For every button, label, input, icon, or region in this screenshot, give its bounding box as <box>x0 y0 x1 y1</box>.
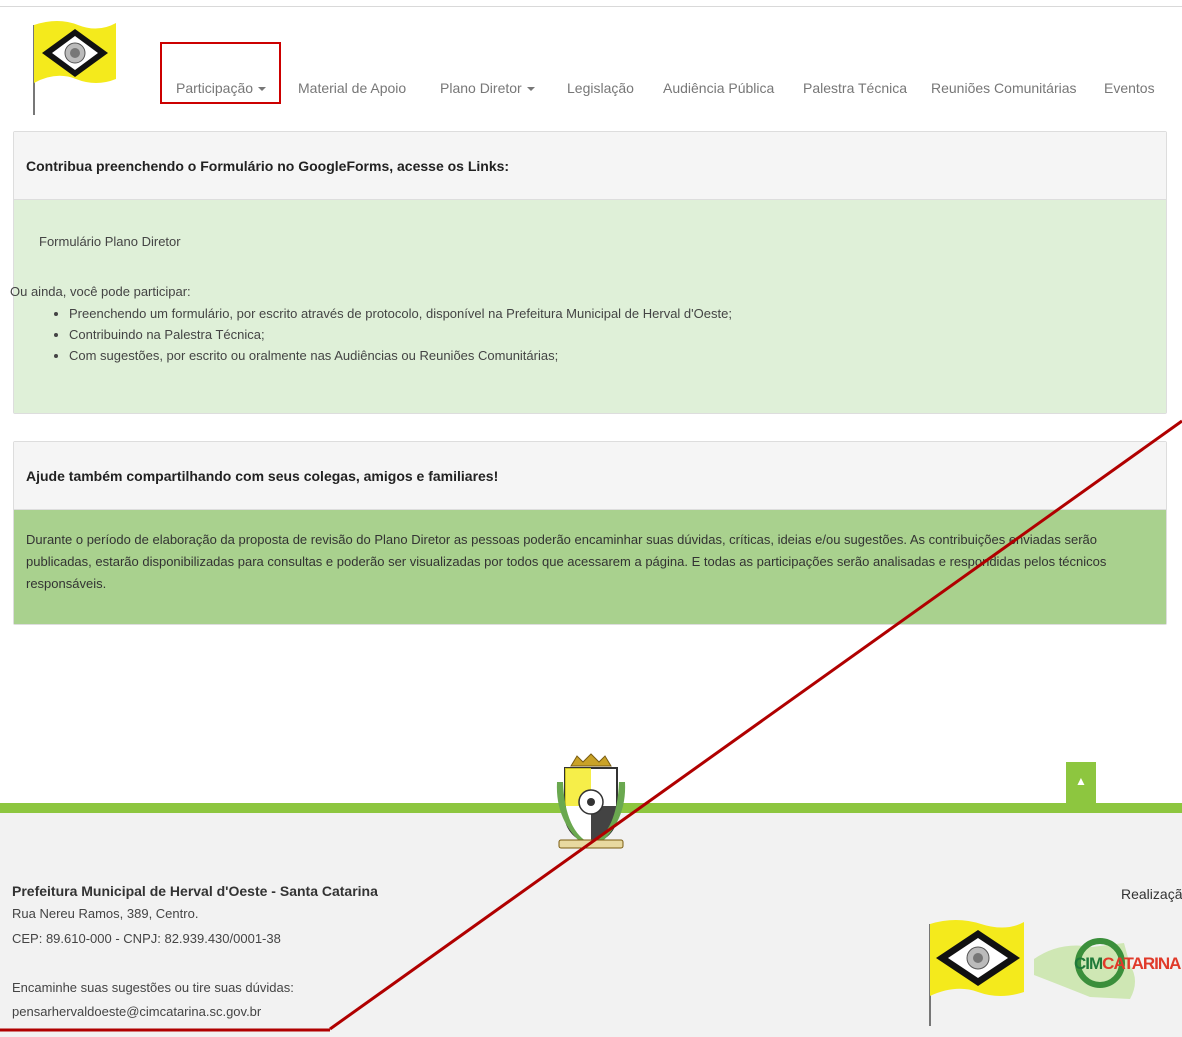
share-panel: Ajude também compartilhando com seus col… <box>13 441 1167 625</box>
form-link-plano-diretor[interactable]: Formulário Plano Diretor <box>39 234 181 249</box>
nav-reunioes-comunitarias[interactable]: Reuniões Comunitárias <box>931 80 1077 96</box>
footer-title: Prefeitura Municipal de Herval d'Oeste -… <box>12 883 378 899</box>
share-panel-heading: Ajude também compartilhando com seus col… <box>14 442 1166 510</box>
list-item: Com sugestões, por escrito ou oralmente … <box>69 345 732 366</box>
catarina-text: CATARINA <box>1102 954 1181 973</box>
footer-email-link[interactable]: pensarhervaldoeste@cimcatarina.sc.gov.br <box>12 1004 261 1019</box>
nav-legislacao[interactable]: Legislação <box>567 80 634 96</box>
nav-eventos[interactable]: Eventos <box>1104 80 1155 96</box>
annotation-highlight-box <box>160 42 281 104</box>
cimcatarina-wordmark: CIMCATARINA <box>1074 954 1181 974</box>
municipal-crest-icon <box>556 753 626 849</box>
footer-cep-cnpj: CEP: 89.610-000 - CNPJ: 82.939.430/0001-… <box>12 931 281 946</box>
nav-palestra-tecnica[interactable]: Palestra Técnica <box>803 80 907 96</box>
back-to-top-button[interactable]: ▲ <box>1066 762 1096 803</box>
participation-intro: Ou ainda, você pode participar: <box>10 284 191 299</box>
caret-down-icon <box>526 87 535 92</box>
footer-address: Rua Nereu Ramos, 389, Centro. <box>12 906 199 921</box>
nav-plano-diretor-label: Plano Diretor <box>440 80 522 96</box>
municipal-flag-logo[interactable] <box>28 17 118 117</box>
share-panel-body: Durante o período de elaboração da propo… <box>14 510 1166 624</box>
participation-panel-body: Formulário Plano Diretor Ou ainda, você … <box>10 200 1166 413</box>
list-item: Contribuindo na Palestra Técnica; <box>69 324 732 345</box>
cimcatarina-logo: CIMCATARINA <box>1030 925 1182 1005</box>
nav-audiencia-publica[interactable]: Audiência Pública <box>663 80 774 96</box>
footer-prompt: Encaminhe suas sugestões ou tire suas dú… <box>12 980 294 995</box>
municipal-flag-logo <box>929 920 1024 1026</box>
chevron-up-icon: ▲ <box>1075 774 1087 788</box>
participation-panel-heading: Contribua preenchendo o Formulário no Go… <box>14 132 1166 200</box>
participation-list: Preenchendo um formulário, por escrito a… <box>53 303 732 366</box>
nav-material-de-apoio[interactable]: Material de Apoio <box>298 80 406 96</box>
list-item: Preenchendo um formulário, por escrito a… <box>69 303 732 324</box>
realizacao-label: Realização <box>1121 886 1182 902</box>
cim-text: CIM <box>1074 954 1103 973</box>
participation-panel: Contribua preenchendo o Formulário no Go… <box>10 131 1167 414</box>
nav-plano-diretor[interactable]: Plano Diretor <box>440 80 535 96</box>
